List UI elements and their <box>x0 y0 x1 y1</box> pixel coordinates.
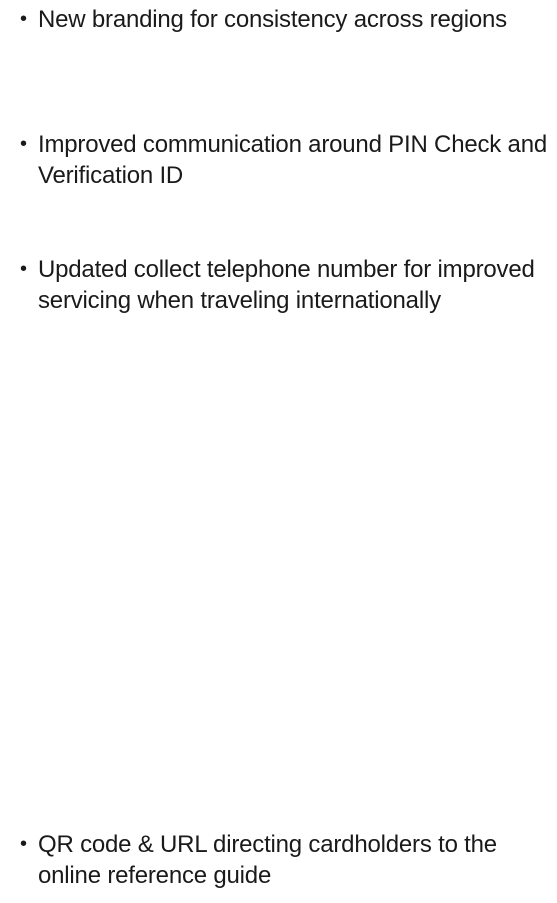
bullet-text: Updated collect telephone number for imp… <box>38 256 535 314</box>
bullet-text: Improved communication around PIN Check … <box>38 131 547 189</box>
bullet-item-collect-telephone: • Updated collect telephone number for i… <box>20 254 554 316</box>
bullet-marker: • <box>20 833 28 855</box>
bullet-item-pin-check: • Improved communication around PIN Chec… <box>20 129 554 191</box>
bullet-marker: • <box>20 133 28 155</box>
bullet-marker: • <box>20 8 28 30</box>
bullet-text: New branding for consistency across regi… <box>38 6 507 33</box>
bullet-item-qr-code: • QR code & URL directing cardholders to… <box>20 829 554 891</box>
bullet-text: QR code & URL directing cardholders to t… <box>38 831 497 889</box>
bullet-item-new-branding: • New branding for consistency across re… <box>20 4 554 35</box>
bullet-marker: • <box>20 258 28 280</box>
